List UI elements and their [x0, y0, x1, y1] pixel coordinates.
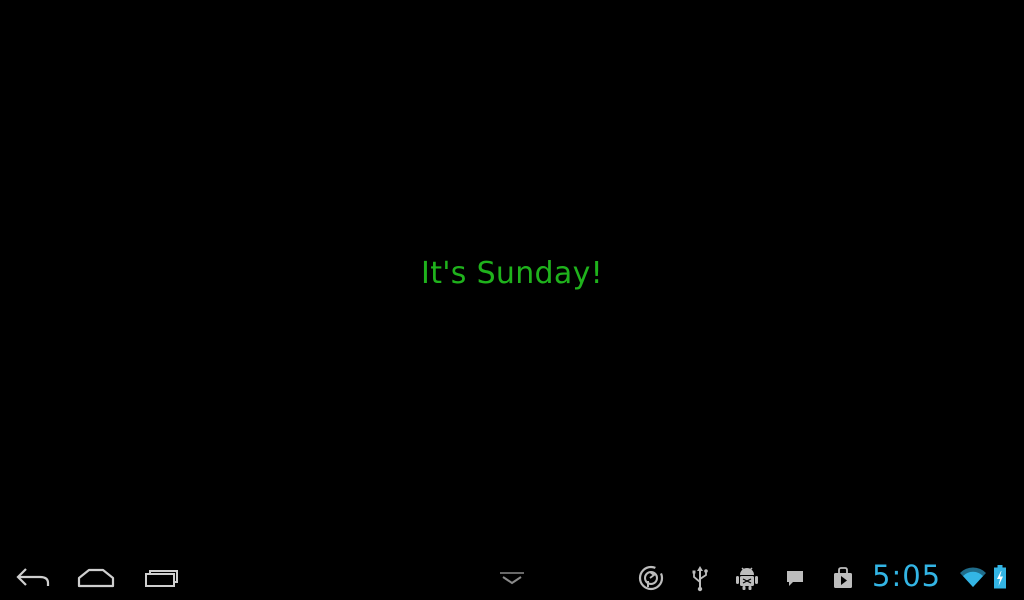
- chevron-down-icon: [500, 572, 524, 585]
- app-content: It's Sunday!: [0, 0, 1024, 552]
- system-bar: 5:05: [0, 552, 1024, 600]
- usb-icon[interactable]: [688, 562, 712, 594]
- battery-charging-icon[interactable]: [992, 562, 1008, 592]
- back-button[interactable]: [8, 560, 56, 594]
- sync-icon[interactable]: [634, 562, 668, 594]
- device-screen: It's Sunday! 5:05: [0, 0, 1024, 600]
- recent-apps-button[interactable]: [138, 560, 186, 594]
- home-button[interactable]: [72, 560, 120, 594]
- back-arrow-icon: [16, 568, 50, 586]
- android-debug-icon[interactable]: [733, 562, 761, 594]
- day-message: It's Sunday!: [421, 256, 603, 291]
- home-icon: [77, 568, 115, 588]
- ime-switch-button[interactable]: [490, 560, 534, 594]
- wifi-icon[interactable]: [958, 562, 988, 592]
- play-store-icon[interactable]: [828, 562, 858, 594]
- status-clock[interactable]: 5:05: [872, 556, 941, 596]
- chat-icon[interactable]: [782, 562, 808, 594]
- recent-apps-icon: [145, 570, 178, 587]
